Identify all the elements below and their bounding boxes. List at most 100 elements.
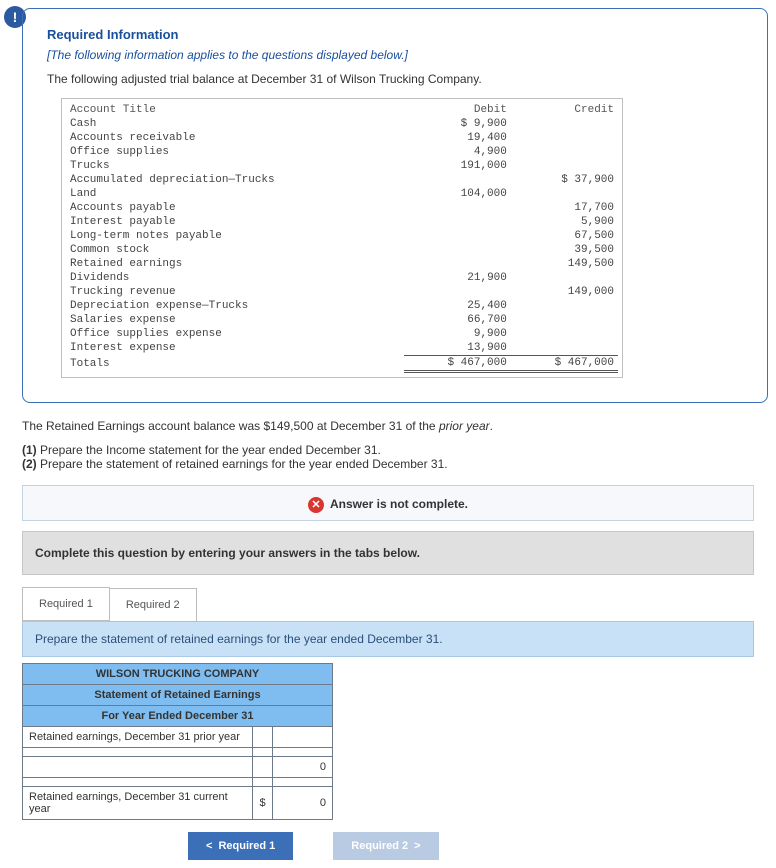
tb-cell: Salaries expense: [66, 313, 404, 327]
tb-cell: Long-term notes payable: [66, 229, 404, 243]
tb-cell: 13,900: [404, 341, 511, 356]
stmt-val-prior[interactable]: [273, 727, 333, 748]
tb-cell: 9,900: [404, 327, 511, 341]
tb-cell: [511, 131, 618, 145]
stmt-sym[interactable]: [253, 727, 273, 748]
question-list: (1) Prepare the Income statement for the…: [22, 443, 754, 471]
tb-cell: Dividends: [66, 271, 404, 285]
tb-cell: Interest expense: [66, 341, 404, 356]
q1-text: Prepare the Income statement for the yea…: [37, 443, 381, 457]
tb-cell: [511, 313, 618, 327]
complete-instruction: Complete this question by entering your …: [22, 531, 754, 575]
tb-cell: [511, 341, 618, 356]
tb-cell: Office supplies expense: [66, 327, 404, 341]
error-icon: ✕: [308, 497, 324, 513]
tb-cell: 149,500: [511, 257, 618, 271]
tb-total-credit: $ 467,000: [511, 356, 618, 372]
retained-earnings-statement: WILSON TRUCKING COMPANY Statement of Ret…: [22, 663, 333, 820]
tb-cell: 66,700: [404, 313, 511, 327]
stmt-sym[interactable]: [253, 757, 273, 778]
stmt-sym[interactable]: [253, 748, 273, 757]
stmt-val-current[interactable]: 0: [273, 787, 333, 820]
nav-buttons: < Required 1 Required 2 >: [188, 832, 768, 860]
tb-cell: 19,400: [404, 131, 511, 145]
tb-cell: 104,000: [404, 187, 511, 201]
stmt-row[interactable]: [23, 778, 253, 787]
tb-cell: 25,400: [404, 299, 511, 313]
required-info-title: Required Information: [47, 27, 743, 42]
trial-balance-box: Account Title Debit Credit Cash$ 9,900 A…: [61, 98, 623, 378]
chevron-left-icon: <: [206, 840, 212, 852]
tb-cell: [404, 285, 511, 299]
tb-cell: [404, 215, 511, 229]
prev-button[interactable]: < Required 1: [188, 832, 293, 860]
stmt-period: For Year Ended December 31: [23, 706, 333, 727]
tb-cell: [404, 173, 511, 187]
intro-text: The following adjusted trial balance at …: [47, 72, 743, 86]
tabs: Required 1 Required 2: [22, 587, 754, 621]
tb-cell: 149,000: [511, 285, 618, 299]
tb-cell: [511, 327, 618, 341]
tb-cell: $ 9,900: [404, 117, 511, 131]
tb-cell: [511, 187, 618, 201]
statement-wrap: WILSON TRUCKING COMPANY Statement of Ret…: [22, 663, 754, 820]
tb-cell: Land: [66, 187, 404, 201]
tb-cell: 4,900: [404, 145, 511, 159]
tb-cell: Depreciation expense—Trucks: [66, 299, 404, 313]
tb-cell: [511, 145, 618, 159]
required-info-subtitle: [The following information applies to th…: [47, 48, 743, 62]
stmt-sym[interactable]: $: [253, 787, 273, 820]
tb-cell: 5,900: [511, 215, 618, 229]
stmt-sym[interactable]: [253, 778, 273, 787]
info-card: Required Information [The following info…: [22, 8, 768, 403]
tb-cell: $ 37,900: [511, 173, 618, 187]
tb-cell: Common stock: [66, 243, 404, 257]
tb-cell: Accounts receivable: [66, 131, 404, 145]
tb-cell: [404, 229, 511, 243]
th-account: Account Title: [66, 103, 404, 117]
tb-cell: Retained earnings: [66, 257, 404, 271]
stmt-company: WILSON TRUCKING COMPANY: [23, 664, 333, 685]
stmt-val[interactable]: 0: [273, 757, 333, 778]
stmt-row-current[interactable]: Retained earnings, December 31 current y…: [23, 787, 253, 820]
tb-cell: 191,000: [404, 159, 511, 173]
tb-cell: Cash: [66, 117, 404, 131]
next-button[interactable]: Required 2 >: [333, 832, 438, 860]
q2-num: (2): [22, 457, 37, 471]
tb-cell: Interest payable: [66, 215, 404, 229]
tb-cell: Trucks: [66, 159, 404, 173]
retained-earnings-note: The Retained Earnings account balance wa…: [22, 419, 754, 433]
tb-cell: 21,900: [404, 271, 511, 285]
tb-cell: Office supplies: [66, 145, 404, 159]
tb-cell: Accounts payable: [66, 201, 404, 215]
tb-cell: [404, 257, 511, 271]
q2-text: Prepare the statement of retained earnin…: [37, 457, 448, 471]
tb-total-label: Totals: [66, 356, 404, 372]
tb-cell: [511, 117, 618, 131]
tb-total-debit: $ 467,000: [404, 356, 511, 372]
trial-balance-table: Account Title Debit Credit Cash$ 9,900 A…: [66, 103, 618, 373]
tb-cell: [511, 159, 618, 173]
tab-required-2[interactable]: Required 2: [109, 588, 197, 622]
stmt-row-prior[interactable]: Retained earnings, December 31 prior yea…: [23, 727, 253, 748]
answer-status-banner: ✕Answer is not complete.: [22, 485, 754, 521]
th-credit: Credit: [511, 103, 618, 117]
next-label: Required 2: [351, 840, 408, 852]
stmt-row[interactable]: [23, 748, 253, 757]
tb-cell: [511, 299, 618, 313]
th-debit: Debit: [404, 103, 511, 117]
stmt-val[interactable]: [273, 748, 333, 757]
tab-required-1[interactable]: Required 1: [22, 587, 110, 621]
q1-num: (1): [22, 443, 37, 457]
chevron-right-icon: >: [414, 840, 420, 852]
tb-cell: Trucking revenue: [66, 285, 404, 299]
stmt-title: Statement of Retained Earnings: [23, 685, 333, 706]
tb-cell: Accumulated depreciation—Trucks: [66, 173, 404, 187]
tb-cell: 17,700: [511, 201, 618, 215]
prev-label: Required 1: [218, 840, 275, 852]
stmt-val[interactable]: [273, 778, 333, 787]
tb-cell: 39,500: [511, 243, 618, 257]
tab-instruction: Prepare the statement of retained earnin…: [22, 621, 754, 657]
tb-cell: [511, 271, 618, 285]
stmt-row[interactable]: [23, 757, 253, 778]
